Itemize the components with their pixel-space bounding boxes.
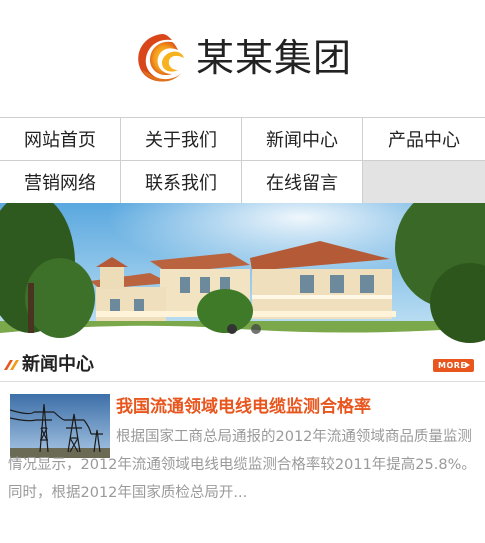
header: 某某集团	[0, 0, 485, 117]
slide-dot-1[interactable]	[227, 324, 237, 334]
hero-banner[interactable]	[0, 203, 485, 348]
more-button[interactable]: MORE	[433, 359, 474, 372]
company-logo-icon[interactable]	[132, 30, 188, 86]
more-button-label: MORE	[438, 361, 467, 370]
nav-item-network[interactable]: 营销网络	[0, 161, 121, 204]
news-article-summary: 根据国家工商总局通报的2012年流通领域商品质量监测情况显示，2012年流通领域…	[8, 429, 476, 501]
nav-item-products[interactable]: 产品中心	[363, 118, 485, 161]
villa-banner-image	[0, 203, 485, 348]
news-section-header: 新闻中心 MORE	[0, 348, 485, 382]
nav-item-about[interactable]: 关于我们	[121, 118, 242, 161]
nav-item-contact[interactable]: 联系我们	[121, 161, 242, 204]
nav-item-home[interactable]: 网站首页	[0, 118, 121, 161]
brand-name: 某某集团	[196, 36, 353, 80]
arrow-right-icon	[465, 362, 470, 368]
news-article-title[interactable]: 我国流通领域电线电缆监测合格率	[116, 396, 371, 418]
section-marker-icon	[4, 360, 19, 370]
slide-dot-2[interactable]	[251, 324, 261, 334]
nav-empty-cell	[363, 161, 485, 204]
news-section-title: 新闻中心	[22, 354, 94, 375]
nav-item-news[interactable]: 新闻中心	[242, 118, 363, 161]
nav-item-message[interactable]: 在线留言	[242, 161, 363, 204]
main-nav: 网站首页 关于我们 新闻中心 产品中心 营销网络 联系我们 在线留言	[0, 117, 485, 204]
